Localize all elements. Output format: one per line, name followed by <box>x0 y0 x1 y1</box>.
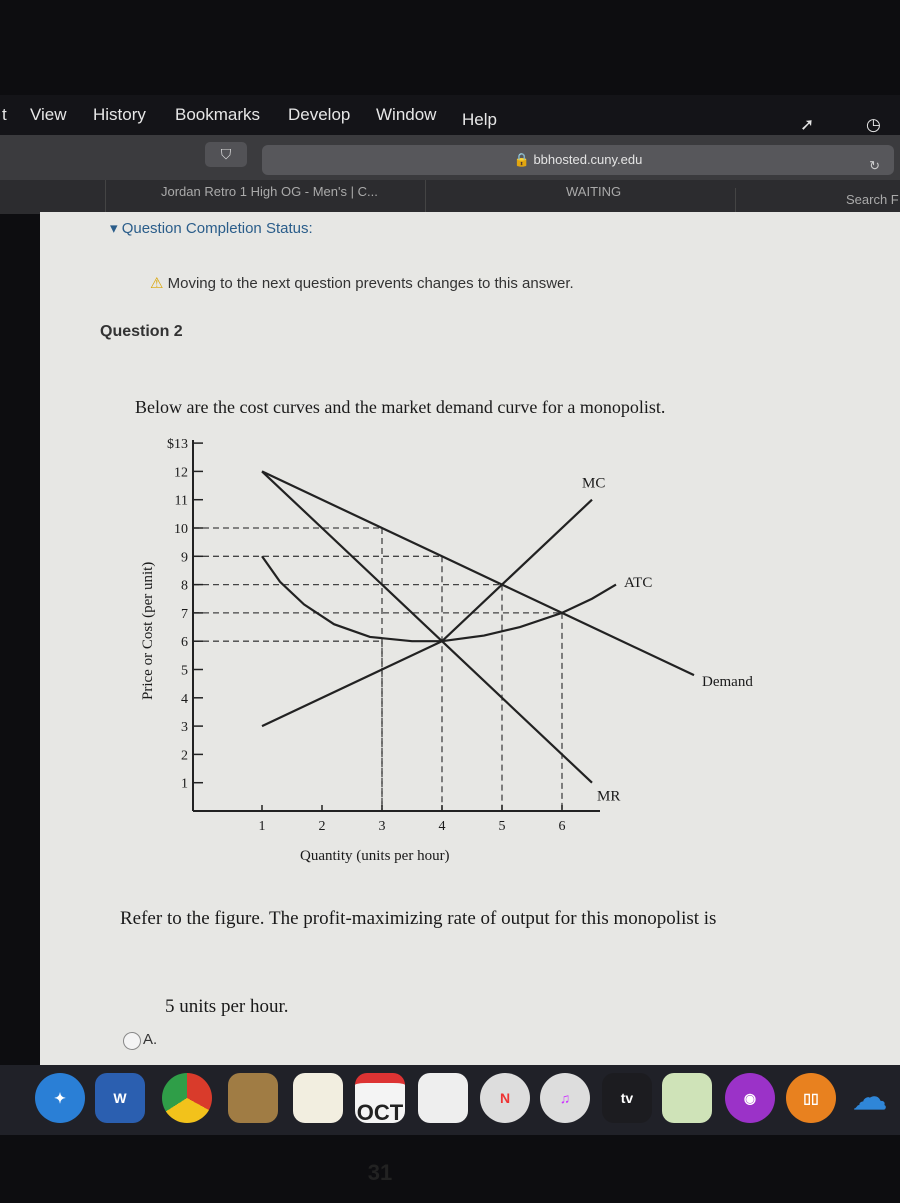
notes-icon[interactable] <box>293 1073 343 1123</box>
x-tick-label: 4 <box>439 819 446 834</box>
x-axis-label: Quantity (units per hour) <box>300 848 450 864</box>
y-tick-label: 4 <box>181 692 188 707</box>
word-icon[interactable]: W <box>95 1073 145 1123</box>
y-tick-label: 7 <box>181 607 188 622</box>
curve-label-mr: MR <box>597 788 620 804</box>
contacts-icon[interactable] <box>228 1073 278 1123</box>
x-tick-label: 5 <box>499 819 506 834</box>
y-tick-label: $13 <box>167 437 188 452</box>
x-tick-label: 6 <box>559 819 566 834</box>
safari-icon[interactable]: ✦ <box>35 1073 85 1123</box>
question-prompt: Refer to the figure. The profit-maximizi… <box>120 908 717 929</box>
y-tick-label: 5 <box>181 664 188 679</box>
x-tick-label: 3 <box>379 819 386 834</box>
x-tick-label: 1 <box>259 819 266 834</box>
x-tick-label: 2 <box>319 819 326 834</box>
dock: ✦ W OCT 31 N ♫ tv ◉ ▯▯ ☁ <box>0 1065 900 1185</box>
books-icon[interactable]: ▯▯ <box>786 1073 836 1123</box>
curve-atc <box>261 555 617 643</box>
monopolist-chart: 123456789101112$131 2 3 4 5 6 DemandMRMCATC Q… <box>140 437 753 864</box>
chrome-icon[interactable] <box>162 1073 212 1123</box>
option-a-text: 5 units per hour. <box>165 996 289 1017</box>
y-tick-label: 11 <box>175 494 188 509</box>
onedrive-icon[interactable]: ☁ <box>845 1073 895 1123</box>
option-a-radio[interactable] <box>123 1032 141 1050</box>
y-tick-label: 2 <box>181 748 188 763</box>
tv-icon[interactable]: tv <box>602 1073 652 1123</box>
curve-label-demand: Demand <box>702 674 753 690</box>
y-tick-label: 3 <box>181 720 188 735</box>
curve-label-mc: MC <box>582 476 605 492</box>
y-tick-label: 6 <box>181 635 188 650</box>
curve-demand <box>261 470 695 677</box>
maps-icon[interactable] <box>662 1073 712 1123</box>
y-tick-label: 10 <box>174 522 188 537</box>
reminders-icon[interactable] <box>418 1073 468 1123</box>
y-tick-label: 12 <box>174 465 188 480</box>
y-axis-label: Price or Cost (per unit) <box>140 562 156 700</box>
calendar-icon[interactable]: OCT 31 <box>355 1073 405 1185</box>
y-tick-label: 9 <box>181 550 188 565</box>
music-icon[interactable]: ♫ <box>540 1073 590 1123</box>
y-tick-label: 8 <box>181 579 188 594</box>
news-icon[interactable]: N <box>480 1073 530 1123</box>
curve-label-atc: ATC <box>624 575 652 591</box>
y-tick-label: 1 <box>181 777 188 792</box>
option-a-letter: A. <box>143 1031 158 1048</box>
podcasts-icon[interactable]: ◉ <box>725 1073 775 1123</box>
curve-mr <box>261 470 593 784</box>
